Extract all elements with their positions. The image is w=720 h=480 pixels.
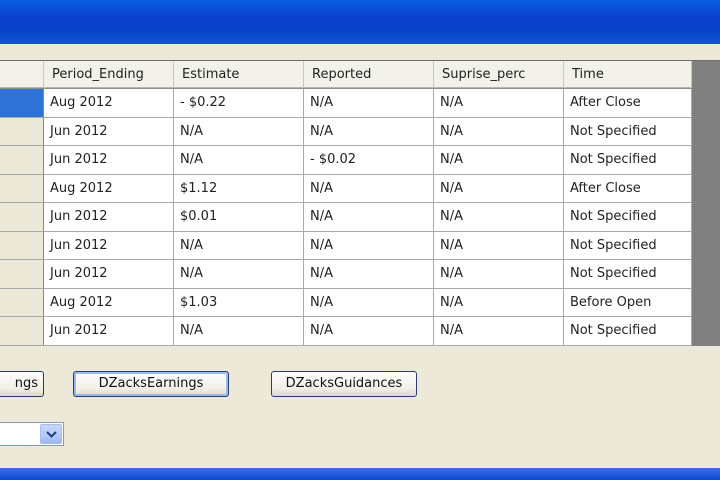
cell-suprise-perc[interactable]: N/A (434, 89, 564, 118)
cell-time[interactable]: After Close (564, 89, 692, 118)
grid-vertical-scrollbar[interactable] (692, 61, 720, 346)
cell-time[interactable]: Not Specified (564, 317, 692, 346)
cell-reported[interactable]: N/A (304, 174, 434, 203)
cell-time[interactable]: Not Specified (564, 117, 692, 146)
grid-header-row: Period_Ending Estimate Reported Suprise_… (0, 61, 692, 88)
cell-estimate[interactable]: N/A (174, 260, 304, 289)
table-row[interactable]: Aug 2012 $1.03 N/A N/A Before Open (0, 288, 692, 317)
cell-period-ending[interactable]: Aug 2012 (44, 288, 174, 317)
row-header[interactable] (0, 174, 44, 203)
table-row[interactable]: Jun 2012 N/A N/A N/A Not Specified (0, 260, 692, 289)
row-header[interactable] (0, 203, 44, 232)
cell-time[interactable]: Not Specified (564, 146, 692, 175)
cell-suprise-perc[interactable]: N/A (434, 317, 564, 346)
table-row[interactable]: Jun 2012 N/A N/A N/A Not Specified (0, 317, 692, 346)
row-header[interactable] (0, 231, 44, 260)
cell-suprise-perc[interactable]: N/A (434, 260, 564, 289)
cell-period-ending[interactable]: Jun 2012 (44, 146, 174, 175)
row-header[interactable] (0, 260, 44, 289)
cell-time[interactable]: Before Open (564, 288, 692, 317)
column-header-period-ending[interactable]: Period_Ending (44, 61, 174, 88)
cell-suprise-perc[interactable]: N/A (434, 117, 564, 146)
cell-estimate[interactable]: N/A (174, 146, 304, 175)
row-header[interactable] (0, 89, 44, 118)
cell-estimate[interactable]: $1.12 (174, 174, 304, 203)
chevron-down-icon (46, 431, 57, 438)
cell-estimate[interactable]: $1.03 (174, 288, 304, 317)
cell-suprise-perc[interactable]: N/A (434, 146, 564, 175)
cell-period-ending[interactable]: Jun 2012 (44, 203, 174, 232)
column-header-time[interactable]: Time (564, 61, 692, 88)
table-row[interactable]: Aug 2012 $1.12 N/A N/A After Close (0, 174, 692, 203)
table-row[interactable]: Jun 2012 $0.01 N/A N/A Not Specified (0, 203, 692, 232)
cell-reported[interactable]: N/A (304, 117, 434, 146)
cell-period-ending[interactable]: Aug 2012 (44, 174, 174, 203)
cell-suprise-perc[interactable]: N/A (434, 203, 564, 232)
row-header[interactable] (0, 146, 44, 175)
cell-reported[interactable]: N/A (304, 260, 434, 289)
cell-suprise-perc[interactable]: N/A (434, 174, 564, 203)
column-header-reported[interactable]: Reported (304, 61, 434, 88)
cell-reported[interactable]: N/A (304, 89, 434, 118)
window-titlebar[interactable] (0, 0, 720, 44)
cell-estimate[interactable]: $0.01 (174, 203, 304, 232)
cell-time[interactable]: After Close (564, 174, 692, 203)
cell-suprise-perc[interactable]: N/A (434, 288, 564, 317)
column-header-estimate[interactable]: Estimate (174, 61, 304, 88)
cell-reported[interactable]: - $0.02 (304, 146, 434, 175)
cell-time[interactable]: Not Specified (564, 203, 692, 232)
row-header[interactable] (0, 317, 44, 346)
cell-period-ending[interactable]: Jun 2012 (44, 117, 174, 146)
dzacks-earnings-button[interactable]: DZacksEarnings (73, 371, 229, 397)
dzacks-guidances-button[interactable]: DZacksGuidances (271, 371, 417, 397)
table-row[interactable]: Aug 2012- $0.22 N/A N/A After Close (0, 89, 692, 118)
cell-reported[interactable]: N/A (304, 203, 434, 232)
cell-period-ending[interactable]: Jun 2012 (44, 317, 174, 346)
cell-reported[interactable]: N/A (304, 231, 434, 260)
cell-period-ending[interactable]: Jun 2012 (44, 260, 174, 289)
table-row[interactable]: Jun 2012 N/A - $0.02 N/A Not Specified (0, 146, 692, 175)
row-header-corner (0, 61, 44, 88)
table-row[interactable]: Jun 2012 N/A N/A N/A Not Specified (0, 117, 692, 146)
earnings-data-grid[interactable]: Period_Ending Estimate Reported Suprise_… (0, 60, 720, 346)
cell-reported[interactable]: N/A (304, 317, 434, 346)
cell-reported[interactable]: N/A (304, 288, 434, 317)
table-row[interactable]: Jun 2012 N/A N/A N/A Not Specified (0, 231, 692, 260)
selection-dropdown[interactable] (0, 422, 64, 446)
cell-estimate[interactable]: N/A (174, 317, 304, 346)
cell-estimate[interactable]: N/A (174, 117, 304, 146)
dropdown-toggle-button[interactable] (40, 424, 62, 444)
cell-estimate[interactable]: N/A (174, 231, 304, 260)
row-header[interactable] (0, 288, 44, 317)
cell-time[interactable]: Not Specified (564, 231, 692, 260)
cell-period-ending[interactable]: Aug 2012 (44, 89, 174, 118)
row-header[interactable] (0, 117, 44, 146)
cell-period-ending[interactable]: Jun 2012 (44, 231, 174, 260)
earnings-button-partial[interactable]: ngs (0, 371, 44, 397)
cell-suprise-perc[interactable]: N/A (434, 231, 564, 260)
cell-estimate[interactable]: - $0.22 (174, 89, 304, 118)
taskbar-strip (0, 468, 720, 480)
column-header-suprise-perc[interactable]: Suprise_perc (434, 61, 564, 88)
cell-time[interactable]: Not Specified (564, 260, 692, 289)
